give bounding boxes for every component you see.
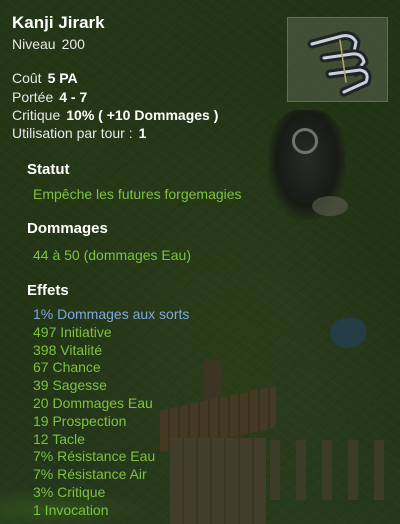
level-value: 200: [61, 36, 85, 52]
effect-item: 1 Invocation: [33, 501, 109, 518]
stat-critical-label: Critique: [12, 107, 61, 123]
effect-item: 39 Sagesse: [33, 377, 107, 394]
effect-item: 7% Résistance Air: [33, 466, 147, 483]
stat-range-value: 4 - 7: [59, 89, 88, 105]
stat-uses-value: 1: [138, 125, 147, 141]
effect-item: 67 Chance: [33, 359, 101, 376]
effect-item: 7% Résistance Eau: [33, 448, 156, 465]
item-icon-frame: [287, 17, 388, 102]
effect-item: 20 Dommages Eau: [33, 394, 153, 411]
stat-uses-per-turn: Utilisation par tour : 1: [12, 124, 146, 142]
kanji-weapon-icon: [307, 31, 372, 97]
stat-critical: Critique 10% ( +10 Dommages ): [12, 106, 218, 124]
item-name: Kanji Jirark: [12, 13, 105, 32]
item-level: Niveau 200: [12, 35, 85, 53]
effect-item: 497 Initiative: [33, 323, 112, 340]
section-effets-title: Effets: [27, 282, 69, 299]
effect-item: 1% Dommages aux sorts: [33, 306, 190, 322]
stat-cost: Coût 5 PA: [12, 69, 78, 87]
section-statut-title: Statut: [27, 161, 70, 178]
effect-item: 398 Vitalité: [33, 341, 103, 358]
stat-cost-label: Coût: [12, 70, 42, 86]
stat-cost-value: 5 PA: [47, 70, 78, 86]
stat-range-label: Portée: [12, 89, 54, 105]
section-dommages-title: Dommages: [27, 220, 108, 237]
item-tooltip: Kanji Jirark Niveau 200 Coût 5 PA Portée 4 …: [0, 0, 400, 524]
effects-list: 1% Dommages aux sorts 497 Initiative 398…: [33, 306, 189, 520]
statut-text: Empêche les futures forgemagies: [33, 186, 242, 202]
stat-range: Portée 4 - 7: [12, 88, 87, 106]
stat-uses-label: Utilisation par tour :: [12, 125, 133, 141]
effect-item: 19 Prospection: [33, 412, 127, 429]
effect-item: 12 Tacle: [33, 430, 85, 447]
effect-item: 3% Critique: [33, 483, 106, 500]
level-label: Niveau: [12, 36, 56, 52]
dommages-text: 44 à 50 (dommages Eau): [33, 247, 191, 263]
stat-critical-value: 10% ( +10 Dommages ): [66, 107, 219, 123]
